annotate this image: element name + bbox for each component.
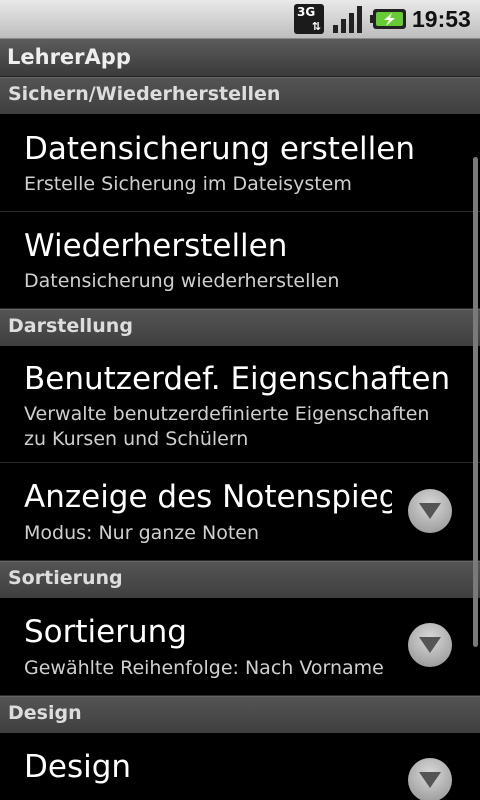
pref-summary: Verwalte benutzerdefinierte Eigenschafte…: [24, 403, 430, 450]
pref-title: Datensicherung erstellen: [24, 131, 415, 167]
status-bar: 3G ⇅ 19:53: [0, 0, 480, 39]
pref-title: Benutzerdef. Eigenschaften: [24, 361, 451, 397]
pref-summary: Erstelle Sicherung im Dateisystem: [24, 173, 352, 195]
pref-summary: Datensicherung wiederherstellen: [24, 270, 340, 292]
pref-design[interactable]: Design: [0, 733, 480, 800]
app-title: LehrerApp: [7, 45, 131, 69]
pref-benutzerdef-eigenschaften[interactable]: Benutzerdef. Eigenschaften Verwalte benu…: [0, 346, 480, 463]
pref-sortierung[interactable]: Sortierung Gewählte Reihenfolge: Nach Vo…: [0, 598, 480, 696]
pref-anzeige-notenspiegel[interactable]: Anzeige des Notenspiegels Modus: Nur gan…: [0, 463, 480, 561]
app-title-bar: LehrerApp: [0, 39, 480, 77]
dropdown-arrow-icon[interactable]: [408, 758, 452, 800]
category-header: Darstellung: [0, 309, 480, 346]
pref-title: Design: [24, 749, 132, 785]
pref-datensicherung-erstellen[interactable]: Datensicherung erstellen Erstelle Sicher…: [0, 114, 480, 212]
clock: 19:53: [412, 6, 471, 32]
category-header: Sichern/Wiederherstellen: [0, 77, 480, 114]
preferences-list[interactable]: Sichern/Wiederherstellen Datensicherung …: [0, 77, 480, 800]
category-header: Design: [0, 696, 480, 733]
scrollbar[interactable]: [473, 157, 478, 647]
dropdown-arrow-icon[interactable]: [408, 623, 452, 667]
network-3g-icon: 3G ⇅: [294, 4, 324, 34]
pref-summary: Gewählte Reihenfolge: Nach Vorname: [24, 657, 384, 679]
pref-title: Wiederherstellen: [24, 228, 288, 264]
pref-wiederherstellen[interactable]: Wiederherstellen Datensicherung wiederhe…: [0, 212, 480, 309]
pref-summary: Modus: Nur ganze Noten: [24, 522, 260, 544]
battery-charging-icon: [370, 9, 406, 29]
dropdown-arrow-icon[interactable]: [408, 489, 452, 533]
signal-strength-icon: [333, 6, 362, 33]
category-header: Sortierung: [0, 561, 480, 598]
pref-title: Sortierung: [24, 614, 187, 650]
pref-title: Anzeige des Notenspiegels: [24, 479, 392, 515]
